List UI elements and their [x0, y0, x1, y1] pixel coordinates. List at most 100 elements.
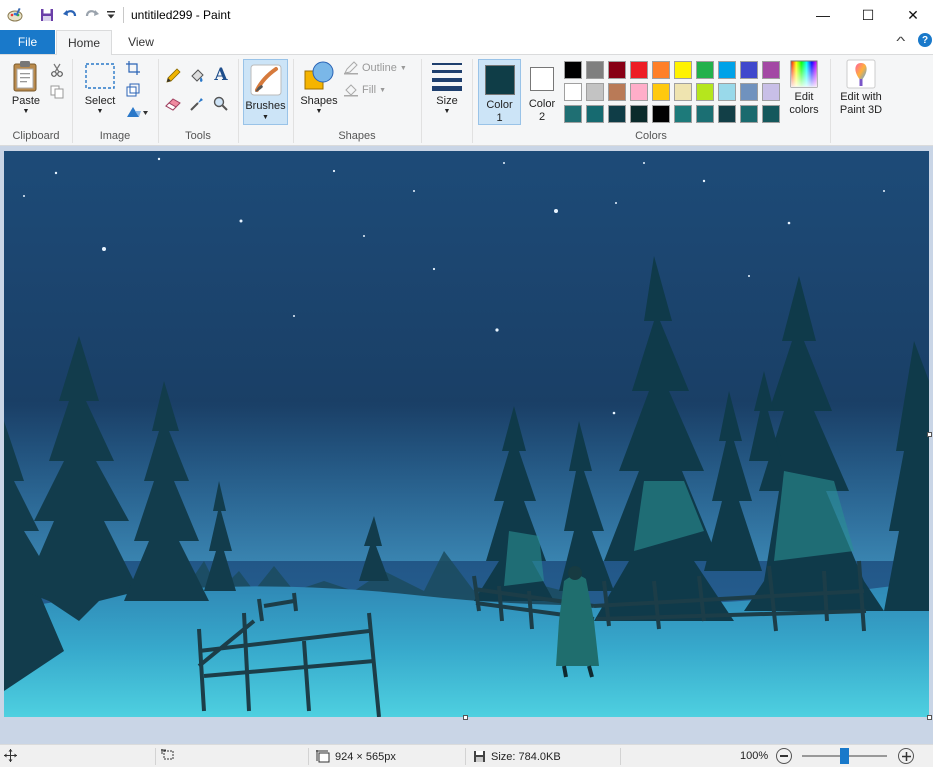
brushes-dropdown-icon[interactable]: ▼ [244, 114, 287, 121]
shapes-label: Shapes [300, 95, 338, 107]
palette-swatch[interactable] [740, 83, 758, 101]
palette-swatch[interactable] [762, 83, 780, 101]
palette-swatch[interactable] [652, 61, 670, 79]
title-bar: untitiled299 - Paint — ☐ ✕ [0, 0, 933, 30]
canvas-resize-handle-right[interactable] [927, 432, 932, 437]
palette-swatch[interactable] [740, 105, 758, 123]
color2-label: Color 2 [523, 98, 561, 124]
palette-swatch[interactable] [696, 61, 714, 79]
shapes-dropdown-icon[interactable]: ▼ [316, 108, 323, 116]
text-tool-icon[interactable]: A [212, 65, 230, 85]
disk-icon [474, 751, 485, 762]
drawing-canvas[interactable] [4, 151, 929, 717]
palette-swatch[interactable] [696, 83, 714, 101]
paint3d-label: Edit with Paint 3D [840, 91, 882, 117]
status-separator [155, 748, 156, 765]
magnifier-icon[interactable] [212, 95, 230, 113]
pencil-icon[interactable] [164, 67, 182, 85]
shapes-button[interactable]: Shapes ▼ [298, 59, 340, 116]
cursor-position-icon [4, 749, 17, 762]
canvas-resize-handle-bottom[interactable] [463, 715, 468, 720]
palette-swatch[interactable] [718, 83, 736, 101]
minimize-button[interactable]: — [800, 0, 846, 30]
color-picker-icon[interactable] [188, 95, 206, 113]
paint3d-line1: Edit with [840, 91, 882, 103]
collapse-ribbon-icon[interactable]: ^ [896, 34, 905, 48]
palette-swatch[interactable] [564, 61, 582, 79]
palette-swatch[interactable] [674, 83, 692, 101]
paste-dropdown-icon[interactable]: ▼ [23, 108, 30, 116]
fill-label: Fill [362, 84, 377, 96]
paint-app-icon[interactable] [6, 6, 24, 24]
palette-swatch[interactable] [740, 61, 758, 79]
size-button[interactable]: Size ▼ [427, 59, 467, 116]
cut-icon[interactable] [48, 61, 66, 79]
help-icon[interactable]: ? [918, 33, 932, 47]
palette-swatch[interactable] [564, 83, 582, 101]
brushes-button[interactable]: Brushes ▼ [243, 59, 288, 125]
palette-swatch[interactable] [564, 105, 582, 123]
copy-icon[interactable] [48, 83, 66, 101]
edit-colors-button[interactable]: Edit colors [785, 59, 823, 117]
palette-swatch[interactable] [608, 83, 626, 101]
rotate-icon[interactable] [124, 103, 150, 121]
palette-swatch[interactable] [630, 83, 648, 101]
tab-view[interactable]: View [116, 30, 166, 54]
palette-swatch[interactable] [586, 105, 604, 123]
zoom-slider-thumb[interactable] [840, 748, 849, 764]
palette-swatch[interactable] [608, 105, 626, 123]
tab-home[interactable]: Home [56, 30, 112, 55]
edit-with-paint3d-button[interactable]: Edit with Paint 3D [835, 59, 887, 117]
outline-icon [344, 61, 358, 75]
color2-button[interactable]: Color 2 [523, 59, 563, 125]
canvas-resize-handle-corner[interactable] [927, 715, 932, 720]
undo-icon[interactable] [61, 6, 79, 24]
customize-dropdown-icon[interactable] [105, 6, 117, 24]
zoom-in-button[interactable] [898, 748, 914, 764]
select-dropdown-icon[interactable]: ▼ [97, 108, 104, 116]
title-divider [123, 7, 124, 23]
colors-group-label: Colors [635, 130, 667, 142]
size-dropdown-icon[interactable]: ▼ [444, 108, 451, 116]
brushes-label: Brushes [245, 100, 286, 112]
redo-icon[interactable] [83, 6, 101, 24]
color1-button[interactable]: Color 1 [478, 59, 521, 125]
color1-swatch [485, 65, 515, 95]
resize-icon[interactable] [124, 81, 142, 99]
maximize-button[interactable]: ☐ [845, 0, 891, 30]
select-button[interactable]: Select ▼ [80, 61, 120, 116]
minus-icon [780, 755, 788, 757]
fill-bucket-icon[interactable] [188, 67, 206, 85]
palette-swatch[interactable] [674, 105, 692, 123]
save-icon[interactable] [38, 6, 56, 24]
close-button[interactable]: ✕ [890, 0, 933, 30]
crop-icon[interactable] [124, 59, 142, 77]
palette-swatch[interactable] [586, 83, 604, 101]
palette-swatch[interactable] [652, 105, 670, 123]
palette-swatch[interactable] [696, 105, 714, 123]
palette-swatch[interactable] [718, 61, 736, 79]
palette-swatch[interactable] [652, 83, 670, 101]
ribbon-tabs: File Home View ^ ? [0, 30, 933, 55]
tab-file[interactable]: File [0, 30, 55, 54]
select-label: Select [84, 95, 116, 107]
palette-swatch[interactable] [608, 61, 626, 79]
palette-swatch[interactable] [586, 61, 604, 79]
outline-button[interactable]: Outline ▼ [343, 61, 407, 75]
color2-label-text: Color [528, 98, 556, 110]
color1-label: Color 1 [479, 99, 520, 125]
paste-button[interactable]: Paste ▼ [6, 59, 46, 116]
zoom-out-button[interactable] [776, 748, 792, 764]
zoom-level: 100% [740, 750, 769, 762]
palette-swatch[interactable] [762, 105, 780, 123]
palette-swatch[interactable] [718, 105, 736, 123]
ribbon: Paste ▼ Clipboard Select ▼ Image A Tools [0, 54, 933, 146]
palette-swatch[interactable] [630, 105, 648, 123]
palette-swatch[interactable] [630, 61, 648, 79]
fill-button[interactable]: Fill ▼ [343, 83, 386, 97]
palette-swatch[interactable] [674, 61, 692, 79]
palette-swatch[interactable] [762, 61, 780, 79]
plus-icon [901, 751, 911, 761]
eraser-icon[interactable] [164, 95, 182, 113]
edit-colors-line2: colors [789, 104, 819, 116]
